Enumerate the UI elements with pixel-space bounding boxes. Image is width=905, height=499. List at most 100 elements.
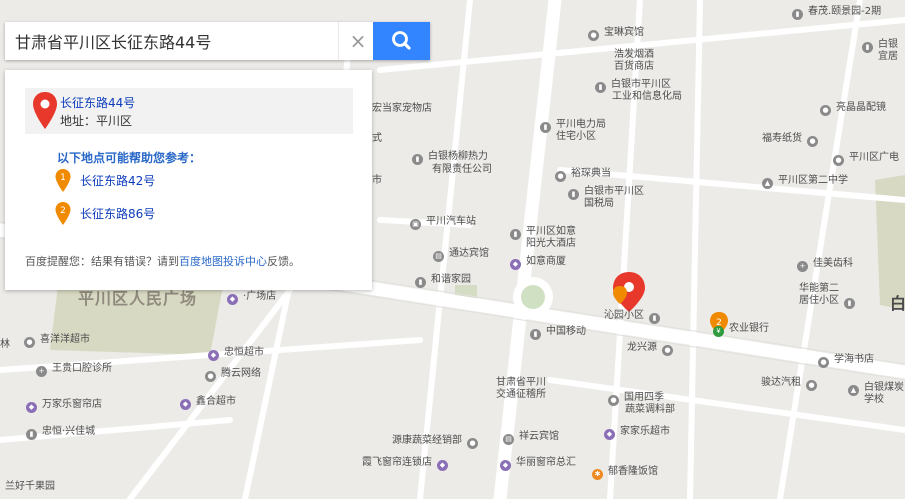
poi-hexie[interactable]: ▮ 和谐家园 [415,273,471,288]
feedback-link[interactable]: 百度地图投诉中心 [179,255,267,268]
poi-longxing[interactable]: 龙兴源 ● [627,341,673,356]
poi-xiangyun[interactable]: ▤ 祥云宾馆 [503,430,559,445]
poi-liangpin[interactable]: ● 亮晶晶配镜 [820,101,886,116]
poi-zhonghengchaoshi[interactable]: ◆ 忠恒超市 [208,346,264,361]
poi-haofa-2: 百货商店 [614,61,654,72]
bank-icon: ¥ [713,326,724,337]
shop-icon: ◆ [180,399,191,410]
poi-icon: ● [467,438,478,449]
poi-nongye[interactable]: ¥ 农业银行 [713,322,769,337]
shop-icon: ◆ [500,460,511,471]
building-icon: ▮ [792,9,803,20]
poi-pingchuan-guang[interactable]: ● 平川区广电 [833,151,899,166]
shop-icon: ◆ [208,350,219,361]
poi-dierzhongxue[interactable]: ▲ 平川区第二中学 [762,174,848,189]
poi-reli-2: 有限责任公司 [432,164,492,175]
poi-jiale[interactable]: ◆ 家家乐超市 [604,425,670,440]
suggestion-label[interactable]: 长征东路86号 [80,205,155,222]
poi-icon: ● [818,357,829,368]
poi-ruyishangsha[interactable]: ◆ 如意商厦 [510,255,566,270]
poi-baiyinmei-2: 学校 [864,394,884,405]
poi-qiche[interactable]: ▣ 平川汽车站 [410,215,476,230]
search-icon [392,31,411,50]
poi-yuxiang[interactable]: ✱ 郁香隆饭馆 [592,465,658,480]
poi-icon: ● [662,345,673,356]
hotel-icon: ▤ [433,251,444,262]
poi-xiyang[interactable]: ● 喜洋洋超市 [24,333,90,348]
poi-huahua[interactable]: ◆ 华丽窗帘总汇 [500,456,576,471]
poi-tongda[interactable]: ▤ 通达宾馆 [433,247,489,262]
poi-icon: ● [833,155,844,166]
poi-jiaojing-2: 交通征稽所 [496,389,546,400]
poi-huaneng-2: 居住小区 ▮ [799,294,855,309]
numbered-marker-icon: 2 [55,202,71,225]
result-title[interactable]: 长征东路44号 [60,94,135,111]
poi-chongwu[interactable]: 宏当家宠物店 [372,102,432,115]
poi-yuankang[interactable]: 源康蔬菜经销部 ● [392,434,478,449]
poi-guoyong-2: 蔬菜调料部 [625,404,675,415]
numbered-marker-icon: 1 [55,169,71,192]
poi-icon: ● [205,371,216,382]
suggestion-item[interactable]: 1 长征东路42号 [55,169,155,196]
shop-icon: ◆ [26,402,37,413]
search-button[interactable] [373,22,430,60]
building-icon: ▮ [540,122,551,133]
poi-penglai[interactable]: 霞飞窗帘连锁店 ◆ [362,456,448,471]
suggestion-item[interactable]: 2 长征东路86号 [55,202,155,229]
poi-xuehai[interactable]: ● 学海书店 [818,353,874,368]
poi-zhongheng[interactable]: ▮ 忠恒·兴佳城 [26,425,95,440]
location-marker-icon [33,92,57,129]
search-input[interactable] [5,22,343,60]
building-icon: ▮ [26,429,37,440]
poi-fushou[interactable]: 福寿纸货 ● [762,132,818,147]
suggestions-heading: 以下地点可能帮助您参考： [57,151,202,165]
search-bar: × [5,22,430,60]
poi-dianli-2: 住宅小区 [556,131,596,142]
hotel-icon: ▤ [503,434,514,445]
poi-jiamei[interactable]: + 佳美齿科 [797,257,853,272]
poi-qinyuan[interactable]: 沁园小区 ▮ [604,309,660,324]
result-item[interactable]: 长征东路44号 地址：平川区 [25,88,353,134]
poi-icon: ● [24,337,35,348]
building-icon: ▮ [595,82,606,93]
poi-guoshui-2: 国税局 [584,198,614,209]
feedback-note: 百度提醒您：结果有错误？请到百度地图投诉中心反馈。 [25,253,300,269]
poi-yushen[interactable]: ● 裕琛典当 [555,167,611,182]
poi-fragment-shi: 式 [372,133,382,144]
poi-wangguikou[interactable]: + 王贵口腔诊所 [36,362,112,377]
building-icon: ▮ [412,154,423,165]
poi-fragment-shi2: 市 [372,175,382,186]
poi-junda[interactable]: 骏达汽租 ● [761,376,817,391]
feedback-prefix: 百度提醒您：结果有错误？请到 [25,255,179,268]
poi-icon: ● [555,171,566,182]
map-edge-label: 白 [890,294,905,313]
suggestion-label[interactable]: 长征东路42号 [80,172,155,189]
building-icon: ▮ [844,298,855,309]
bus-icon: ▣ [410,219,421,230]
marker-number: 2 [60,206,66,216]
shop-icon: ◆ [227,294,238,305]
poi-guangchang[interactable]: ◆ ·广场店 [227,290,276,305]
shop-icon: ◆ [510,259,521,270]
building-icon: ▮ [568,189,579,200]
poi-zhongguoyidong[interactable]: ▮ 中国移动 [530,325,586,340]
shop-icon: ◆ [604,429,615,440]
feedback-suffix: 反馈。 [267,255,300,268]
result-panel: 长征东路44号 地址：平川区 以下地点可能帮助您参考： 1 长征东路42号 2 … [5,70,372,290]
clear-search-button[interactable]: × [338,22,377,60]
poi-gongxin-2: 工业和信息化局 [612,91,682,102]
poi-baolin[interactable]: ● 宝琳宾馆 [588,26,644,41]
poi-lanhao[interactable]: 兰好千果园 [5,480,55,493]
clinic-icon: + [36,366,47,377]
poi-icon: ● [806,380,817,391]
poi-xinhe[interactable]: ◆ 鑫合超市 [180,395,236,410]
poi-icon: ● [608,395,619,406]
poi-chunmao[interactable]: ▮ 春茂.颐景园-2期 [792,5,881,20]
clinic-icon: + [797,261,808,272]
poi-icon: ● [820,105,831,116]
poi-icon: ● [807,136,818,147]
building-icon: ▮ [649,313,660,324]
poi-yiju: 宜居 [878,51,898,62]
poi-tengyun[interactable]: ● 腾云网络 [205,367,261,382]
poi-wanjia[interactable]: ◆ 万家乐窗帘店 [26,398,102,413]
